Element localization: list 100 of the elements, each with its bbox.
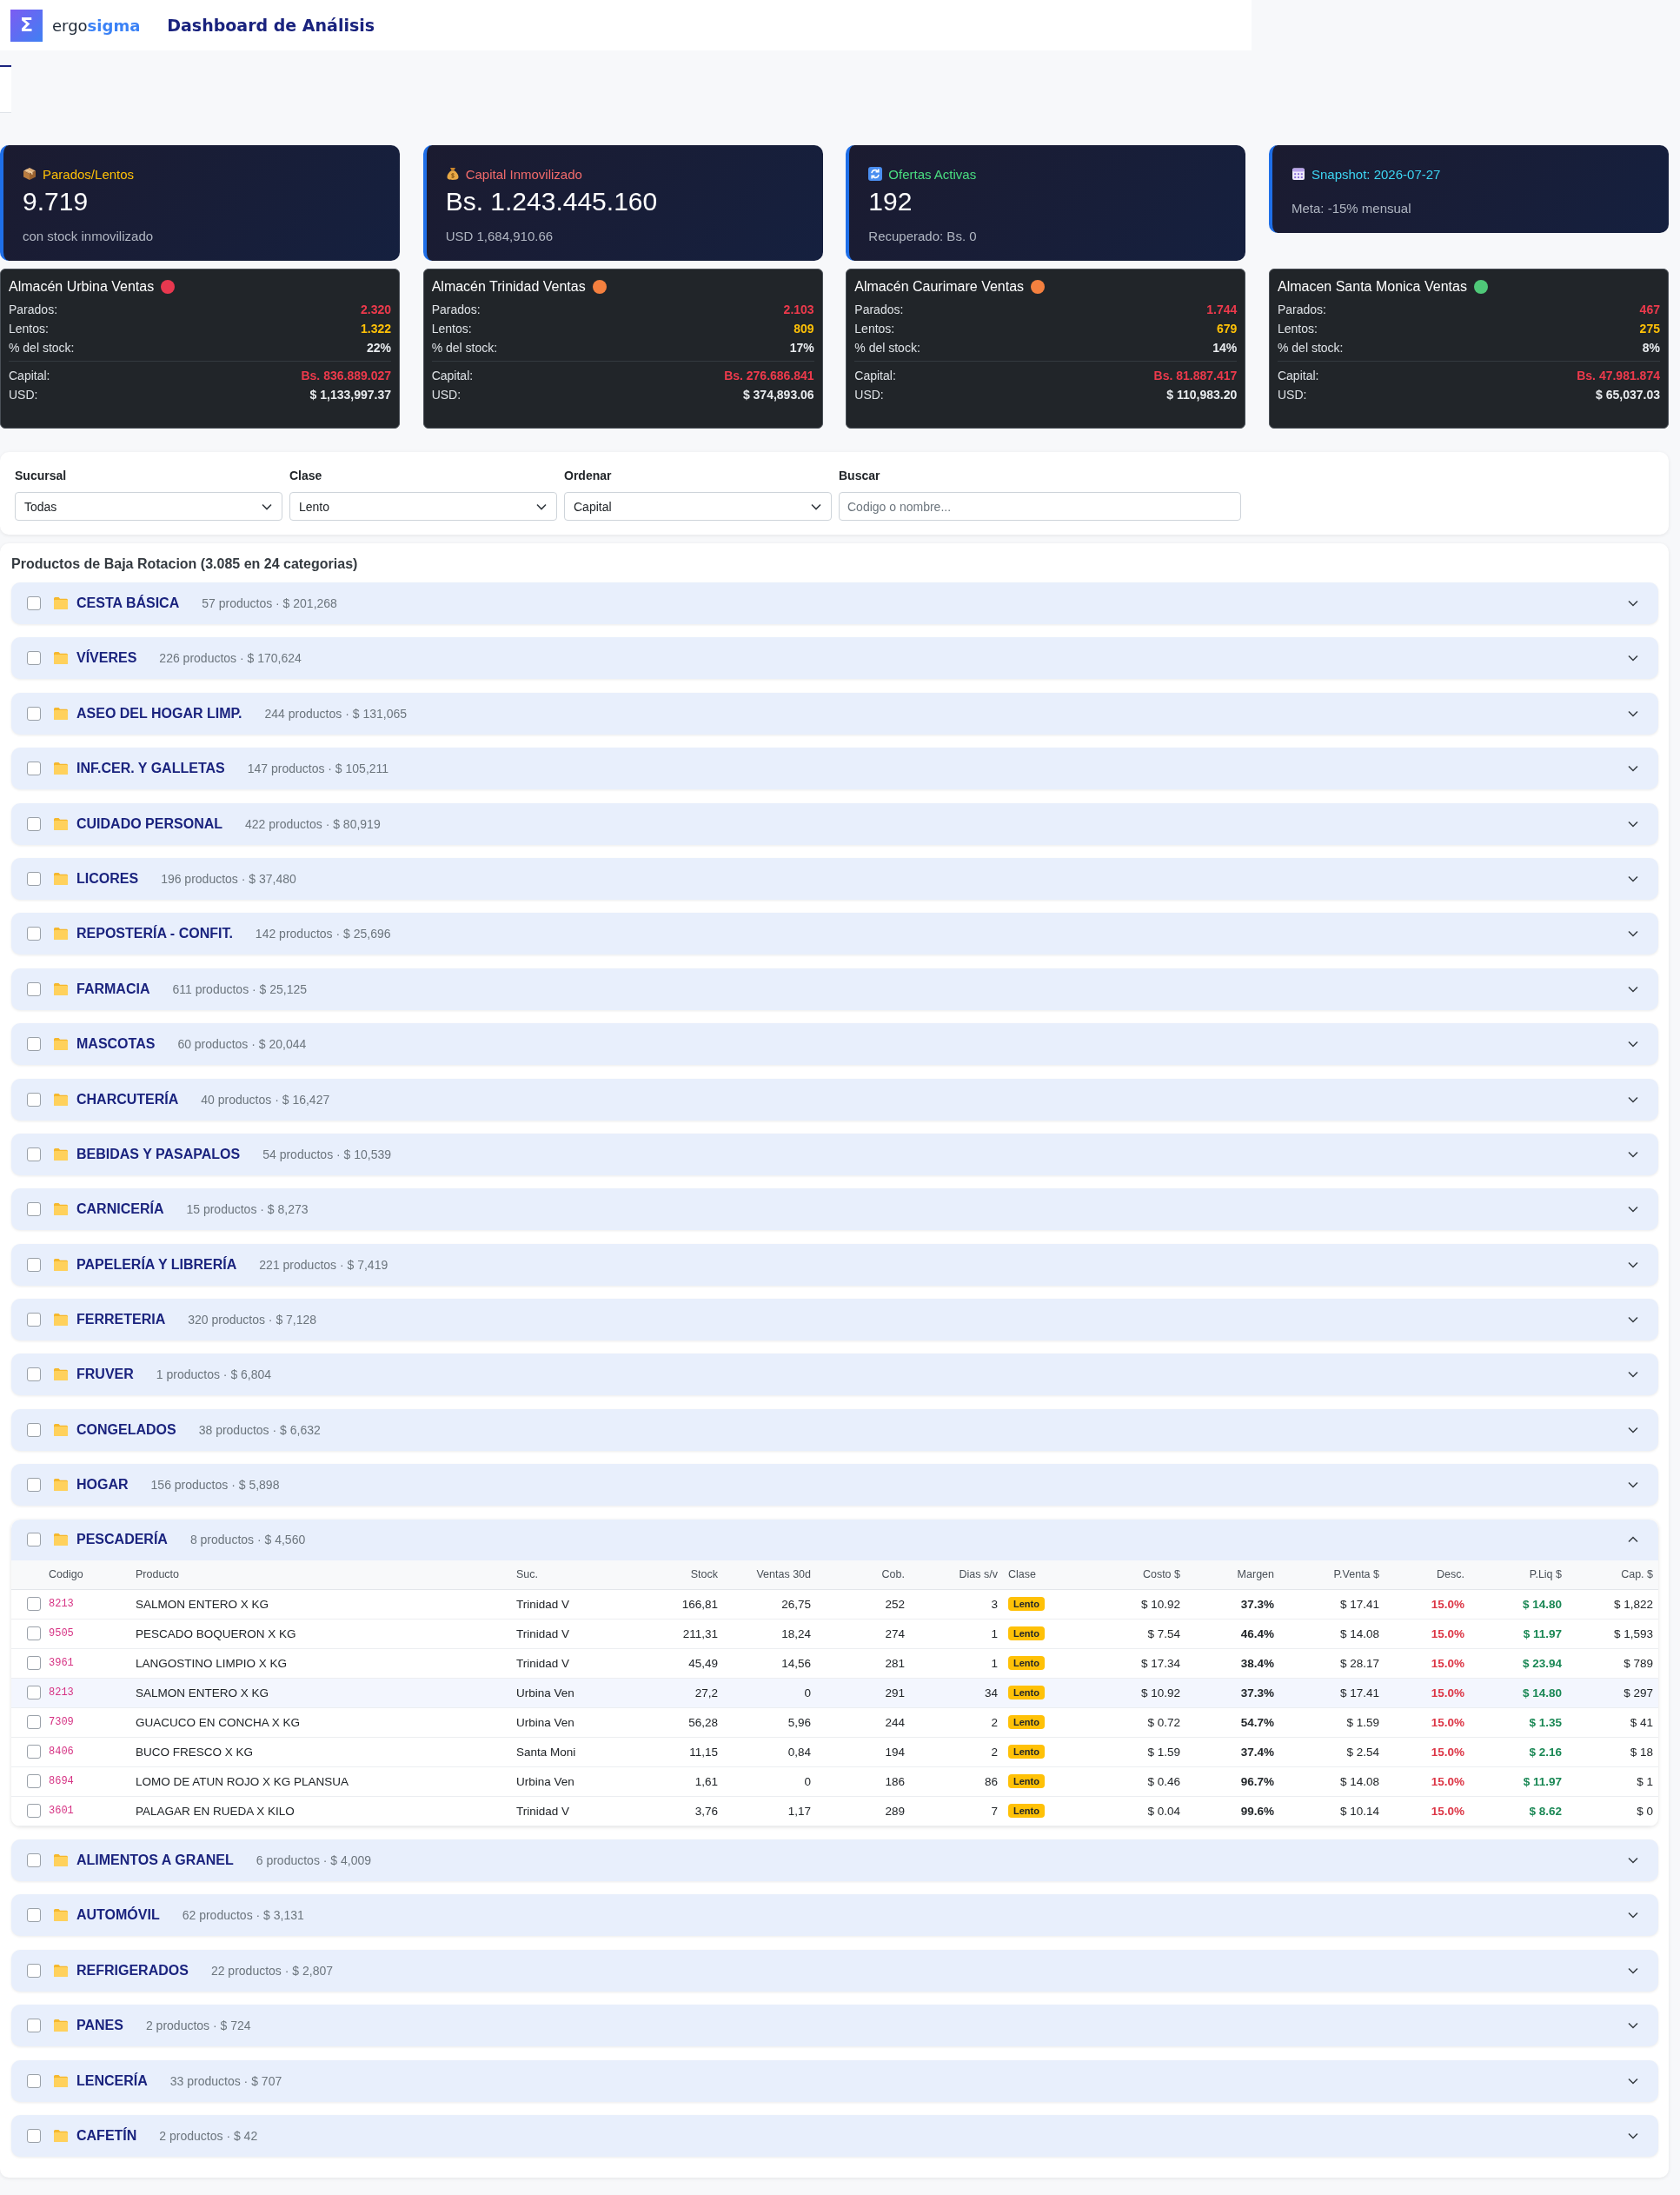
column-header: Dias s/v	[958, 1568, 999, 1581]
category-header[interactable]: FARMACIA 611 productos · $ 25,125	[11, 968, 1658, 1010]
category-header[interactable]: LENCERÍA 33 productos · $ 707	[11, 2059, 1658, 2102]
row-checkbox[interactable]	[27, 1804, 41, 1819]
category-header[interactable]: FRUVER 1 productos · $ 6,804	[11, 1354, 1658, 1396]
category-meta: 611 productos · $ 25,125	[172, 981, 308, 996]
product-code: 3601	[48, 1805, 75, 1818]
category-header[interactable]: ASEO DEL HOGAR LIMP. 244 productos · $ 131,065	[11, 692, 1658, 735]
category-checkbox[interactable]	[27, 2019, 41, 2033]
stat-value: Bs. 276.686.841	[724, 369, 814, 382]
search-field[interactable]: Codigo o nombre...	[839, 492, 1241, 521]
category-header[interactable]: FERRETERIA 320 productos · $ 7,128	[11, 1299, 1658, 1341]
category-header[interactable]: ALIMENTOS A GRANEL 6 productos · $ 4,009	[11, 1839, 1658, 1882]
row-checkbox[interactable]	[27, 1626, 41, 1641]
row-checkbox[interactable]	[27, 1686, 41, 1700]
category-header[interactable]: REPOSTERÍA - CONFIT. 142 productos · $ 25,696	[11, 913, 1658, 955]
table-cell-text: $ 8.62	[1528, 1804, 1563, 1818]
category-checkbox[interactable]	[27, 1422, 41, 1437]
category-checkbox[interactable]	[27, 1313, 41, 1327]
category-header[interactable]: PAPELERÍA Y LIBRERÍA 221 productos · $ 7,419	[11, 1243, 1658, 1286]
category-checkbox[interactable]	[27, 2129, 41, 2143]
table-cell-text: 244	[884, 1715, 906, 1729]
stat-value: $ 65,037.03	[1596, 388, 1660, 402]
folder-icon	[54, 1909, 68, 1922]
column-header: Stock	[689, 1568, 719, 1581]
category-meta: 147 productos · $ 105,211	[247, 762, 389, 776]
category-checkbox[interactable]	[27, 1533, 41, 1547]
category-meta: 62 productos · $ 3,131	[182, 1908, 304, 1923]
category-header[interactable]: CHARCUTERÍA 40 productos · $ 16,427	[11, 1078, 1658, 1121]
table-cell-text: $ 17.34	[1139, 1656, 1181, 1670]
table-cell-text: 26,75	[780, 1597, 812, 1611]
category-checkbox[interactable]	[27, 762, 41, 776]
filter-label: Sucursal	[15, 468, 68, 484]
table-cell-text: $ 41	[1629, 1715, 1654, 1729]
table-cell-text: $ 28.17	[1338, 1656, 1380, 1670]
category-meta: 2 productos · $ 42	[159, 2129, 258, 2143]
category-checkbox[interactable]	[27, 596, 41, 610]
kpi-note: Meta: -15% mensual	[1291, 200, 1412, 217]
category-header[interactable]: CUIDADO PERSONAL 422 productos · $ 80,919	[11, 802, 1658, 845]
category-checkbox[interactable]	[27, 981, 41, 996]
category-header[interactable]: CONGELADOS 38 productos · $ 6,632	[11, 1408, 1658, 1451]
category-header[interactable]: MASCOTAS 60 productos · $ 20,044	[11, 1023, 1658, 1066]
category-header[interactable]: AUTOMÓVIL 62 productos · $ 3,131	[11, 1894, 1658, 1937]
brand-name: ergosigma	[52, 16, 141, 35]
category-checkbox[interactable]	[27, 871, 41, 886]
category-checkbox[interactable]	[27, 1202, 41, 1217]
filter-select[interactable]: Lento	[289, 492, 557, 521]
row-checkbox[interactable]	[27, 1774, 41, 1789]
category-header[interactable]: HOGAR 156 productos · $ 5,898	[11, 1464, 1658, 1507]
folder-icon	[54, 1314, 68, 1327]
category-header[interactable]: VÍVERES 226 productos · $ 170,624	[11, 637, 1658, 680]
category-checkbox[interactable]	[27, 816, 41, 831]
table-cell-text: Trinidad V	[515, 1597, 571, 1611]
category-checkbox[interactable]	[27, 1478, 41, 1493]
stat-value: 14%	[1212, 341, 1238, 355]
category-header[interactable]: LICORES 196 productos · $ 37,480	[11, 857, 1658, 900]
category-checkbox[interactable]	[27, 1963, 41, 1978]
row-checkbox[interactable]	[27, 1745, 41, 1759]
column-header: Costo $	[1141, 1568, 1181, 1581]
category-header[interactable]: BEBIDAS Y PASAPALOS 54 productos · $ 10,539	[11, 1133, 1658, 1175]
stat-label: % del stock:	[854, 341, 920, 355]
category-checkbox[interactable]	[27, 927, 41, 941]
category-checkbox[interactable]	[27, 1092, 41, 1107]
category-name: CAFETÍN	[76, 2128, 137, 2144]
category-header[interactable]: CESTA BÁSICA 57 productos · $ 201,268	[11, 582, 1658, 624]
row-checkbox[interactable]	[27, 1715, 41, 1730]
category-checkbox[interactable]	[27, 2073, 41, 2088]
stat-label: Lentos:	[1277, 322, 1318, 336]
table-cell-text: 274	[884, 1626, 906, 1640]
table-cell-text: $ 10.14	[1338, 1804, 1380, 1818]
stat-value: Bs. 836.889.027	[301, 369, 391, 382]
stat-value: 679	[1216, 322, 1238, 336]
category-header[interactable]: INF.CER. Y GALLETAS 147 productos · $ 105,211	[11, 748, 1658, 790]
table-cell-text: 15.0%	[1430, 1715, 1465, 1729]
category-header[interactable]: REFRIGERADOS 22 productos · $ 2,807	[11, 1949, 1658, 1992]
table-cell-text: $ 10.92	[1139, 1686, 1181, 1699]
filter-select[interactable]: Todas	[15, 492, 282, 521]
table-cell-text: 194	[884, 1745, 906, 1759]
category-checkbox[interactable]	[27, 706, 41, 721]
category-checkbox[interactable]	[27, 1367, 41, 1382]
filter-select[interactable]: Capital	[564, 492, 832, 521]
row-checkbox[interactable]	[27, 1656, 41, 1671]
category-header[interactable]: CAFETÍN 2 productos · $ 42	[11, 2115, 1658, 2157]
kpi-label: Snapshot: 2026-07-27	[1311, 166, 1441, 182]
category-header[interactable]: CARNICERÍA 15 productos · $ 8,273	[11, 1188, 1658, 1231]
table-cell-text: SALMON ENTERO X KG	[135, 1597, 270, 1611]
category-checkbox[interactable]	[27, 1908, 41, 1923]
category-checkbox[interactable]	[27, 1257, 41, 1272]
stat-label: Capital:	[854, 369, 896, 382]
category-checkbox[interactable]	[27, 1853, 41, 1868]
category-name: ASEO DEL HOGAR LIMP.	[76, 705, 242, 722]
category-checkbox[interactable]	[27, 1037, 41, 1052]
category-checkbox[interactable]	[27, 1147, 41, 1161]
category-header[interactable]: PANES 2 productos · $ 724	[11, 2005, 1658, 2047]
category-header[interactable]: PESCADERÍA 8 productos · $ 4,560	[11, 1519, 1658, 1560]
table-cell-text: 1,17	[787, 1804, 812, 1818]
table-cell-text: $ 0	[1636, 1804, 1654, 1818]
stat-label: % del stock:	[9, 341, 75, 355]
row-checkbox[interactable]	[27, 1597, 41, 1612]
category-checkbox[interactable]	[27, 651, 41, 666]
